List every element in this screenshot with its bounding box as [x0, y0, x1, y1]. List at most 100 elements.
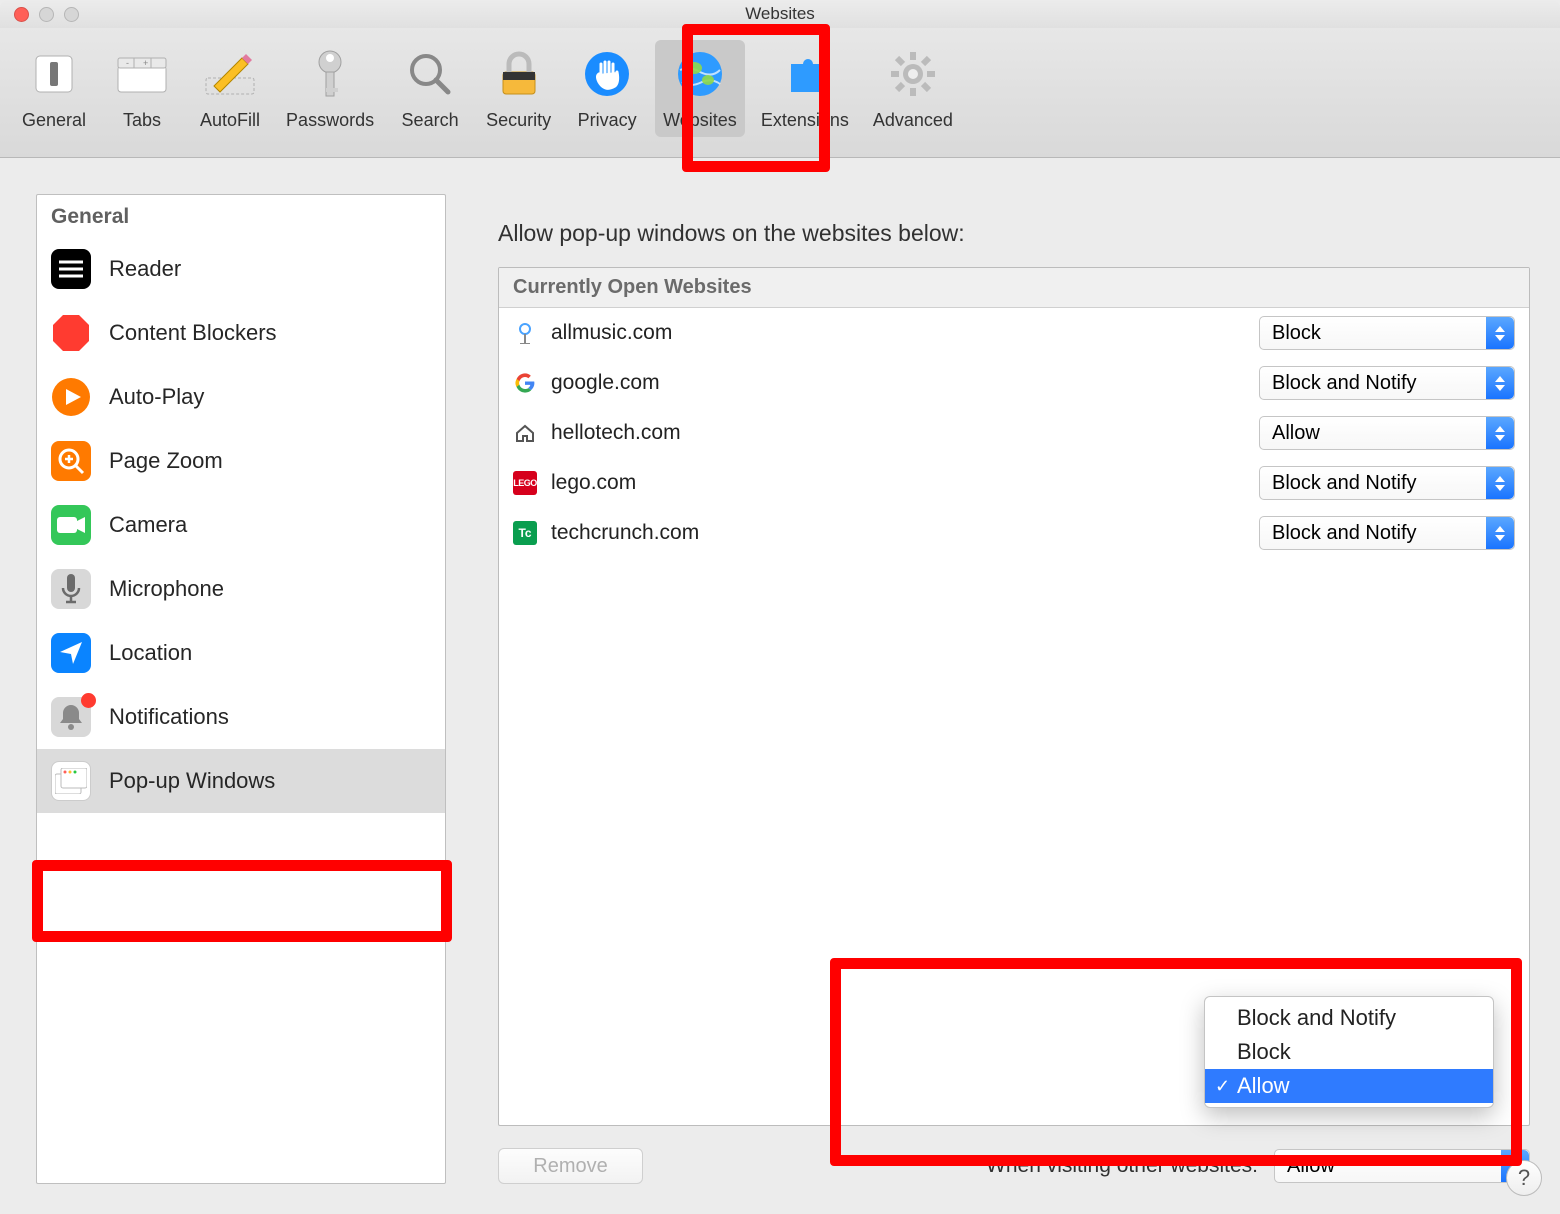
preferences-toolbar: General -+ Tabs AutoFill Passwords Searc… — [0, 28, 1560, 158]
sidebar-item-label: Pop-up Windows — [109, 768, 275, 794]
toolbar-label: Security — [486, 110, 551, 131]
help-glyph: ? — [1518, 1165, 1530, 1191]
site-setting-select[interactable]: Block and Notify — [1259, 466, 1515, 500]
toolbar-item-advanced[interactable]: Advanced — [865, 40, 961, 137]
sidebar-item-popup-windows[interactable]: Pop-up Windows — [37, 749, 445, 813]
globe-icon — [672, 46, 728, 102]
sidebar-item-notifications[interactable]: Notifications — [37, 685, 445, 749]
popup-windows-icon — [51, 761, 91, 801]
location-arrow-icon — [51, 633, 91, 673]
favicon-techcrunch: Tc — [513, 521, 537, 545]
sidebar-item-label: Page Zoom — [109, 448, 223, 474]
stepper-icon — [1486, 367, 1514, 399]
remove-button[interactable]: Remove — [498, 1148, 643, 1184]
toolbar-item-autofill[interactable]: AutoFill — [190, 40, 270, 137]
menu-option-block[interactable]: Block — [1205, 1035, 1493, 1069]
settings-sidebar: General Reader Content Blockers Auto-Pla… — [36, 194, 446, 1184]
stepper-icon — [1486, 317, 1514, 349]
menu-option-label: Allow — [1237, 1073, 1290, 1098]
toolbar-item-tabs[interactable]: -+ Tabs — [102, 40, 182, 137]
toolbar-label: Search — [402, 110, 459, 131]
toolbar-item-extensions[interactable]: Extensions — [753, 40, 857, 137]
svg-text:+: + — [143, 58, 148, 68]
menu-option-label: Block — [1237, 1039, 1291, 1064]
tabs-icon: -+ — [114, 46, 170, 102]
svg-text:-: - — [126, 58, 129, 68]
footer-row: Remove When visiting other websites: All… — [498, 1148, 1530, 1184]
other-websites-select[interactable]: Allow — [1274, 1149, 1530, 1183]
sidebar-item-location[interactable]: Location — [37, 621, 445, 685]
site-row[interactable]: google.com Block and Notify — [499, 358, 1529, 408]
toolbar-item-search[interactable]: Search — [390, 40, 470, 137]
toolbar-label: Passwords — [286, 110, 374, 131]
sidebar-item-label: Content Blockers — [109, 320, 277, 346]
reader-icon — [51, 249, 91, 289]
favicon-allmusic — [513, 321, 537, 345]
sidebar-item-auto-play[interactable]: Auto-Play — [37, 365, 445, 429]
select-value: Block and Notify — [1272, 472, 1417, 495]
toolbar-item-general[interactable]: General — [14, 40, 94, 137]
menu-option-block-notify[interactable]: Block and Notify — [1205, 1001, 1493, 1035]
site-row[interactable]: allmusic.com Block — [499, 308, 1529, 358]
sidebar-item-label: Location — [109, 640, 192, 666]
section-heading: Allow pop-up windows on the websites bel… — [498, 220, 1530, 247]
other-websites-label: When visiting other websites: — [986, 1154, 1258, 1178]
site-domain: allmusic.com — [551, 321, 1245, 345]
toolbar-label: Tabs — [123, 110, 161, 131]
toolbar-label: AutoFill — [200, 110, 260, 131]
site-setting-select[interactable]: Block and Notify — [1259, 516, 1515, 550]
site-setting-select[interactable]: Allow — [1259, 416, 1515, 450]
site-row[interactable]: hellotech.com Allow — [499, 408, 1529, 458]
zoom-plus-icon — [51, 441, 91, 481]
hand-stop-icon — [579, 46, 635, 102]
puzzle-icon — [777, 46, 833, 102]
pencil-form-icon — [202, 46, 258, 102]
help-button[interactable]: ? — [1506, 1160, 1542, 1196]
select-value: Allow — [1272, 422, 1320, 445]
site-domain: hellotech.com — [551, 421, 1245, 445]
sidebar-item-reader[interactable]: Reader — [37, 237, 445, 301]
toolbar-label: Websites — [663, 110, 737, 131]
favicon-hellotech — [513, 421, 537, 445]
select-value: Block and Notify — [1272, 372, 1417, 395]
menu-option-allow[interactable]: ✓ Allow — [1205, 1069, 1493, 1103]
switch-icon — [26, 46, 82, 102]
gear-icon — [885, 46, 941, 102]
site-setting-select[interactable]: Block — [1259, 316, 1515, 350]
sidebar-item-microphone[interactable]: Microphone — [37, 557, 445, 621]
menu-option-label: Block and Notify — [1237, 1005, 1396, 1030]
list-group-header: Currently Open Websites — [499, 268, 1529, 308]
stepper-icon — [1486, 517, 1514, 549]
site-domain: google.com — [551, 371, 1245, 395]
magnifier-icon — [402, 46, 458, 102]
sidebar-item-label: Auto-Play — [109, 384, 204, 410]
site-row[interactable]: LEGO lego.com Block and Notify — [499, 458, 1529, 508]
favicon-google — [513, 371, 537, 395]
play-circle-icon — [51, 377, 91, 417]
stepper-icon — [1486, 417, 1514, 449]
select-value: Allow — [1287, 1155, 1335, 1178]
toolbar-item-websites[interactable]: Websites — [655, 40, 745, 137]
toolbar-item-privacy[interactable]: Privacy — [567, 40, 647, 137]
toolbar-item-security[interactable]: Security — [478, 40, 559, 137]
key-icon — [302, 46, 358, 102]
other-websites-dropdown-menu: Block and Notify Block ✓ Allow — [1204, 996, 1494, 1108]
padlock-icon — [491, 46, 547, 102]
sidebar-item-label: Reader — [109, 256, 181, 282]
toolbar-label: Extensions — [761, 110, 849, 131]
site-row[interactable]: Tc techcrunch.com Block and Notify — [499, 508, 1529, 558]
sidebar-item-camera[interactable]: Camera — [37, 493, 445, 557]
sidebar-section-header: General — [37, 195, 445, 237]
checkmark-icon: ✓ — [1215, 1076, 1230, 1097]
sidebar-item-label: Microphone — [109, 576, 224, 602]
sidebar-item-page-zoom[interactable]: Page Zoom — [37, 429, 445, 493]
titlebar: Websites — [0, 0, 1560, 28]
main-panel: Allow pop-up windows on the websites bel… — [466, 194, 1530, 1184]
sidebar-item-label: Camera — [109, 512, 187, 538]
sidebar-item-content-blockers[interactable]: Content Blockers — [37, 301, 445, 365]
toolbar-item-passwords[interactable]: Passwords — [278, 40, 382, 137]
site-setting-select[interactable]: Block and Notify — [1259, 366, 1515, 400]
notification-badge — [81, 693, 96, 708]
toolbar-label: Advanced — [873, 110, 953, 131]
microphone-icon — [51, 569, 91, 609]
